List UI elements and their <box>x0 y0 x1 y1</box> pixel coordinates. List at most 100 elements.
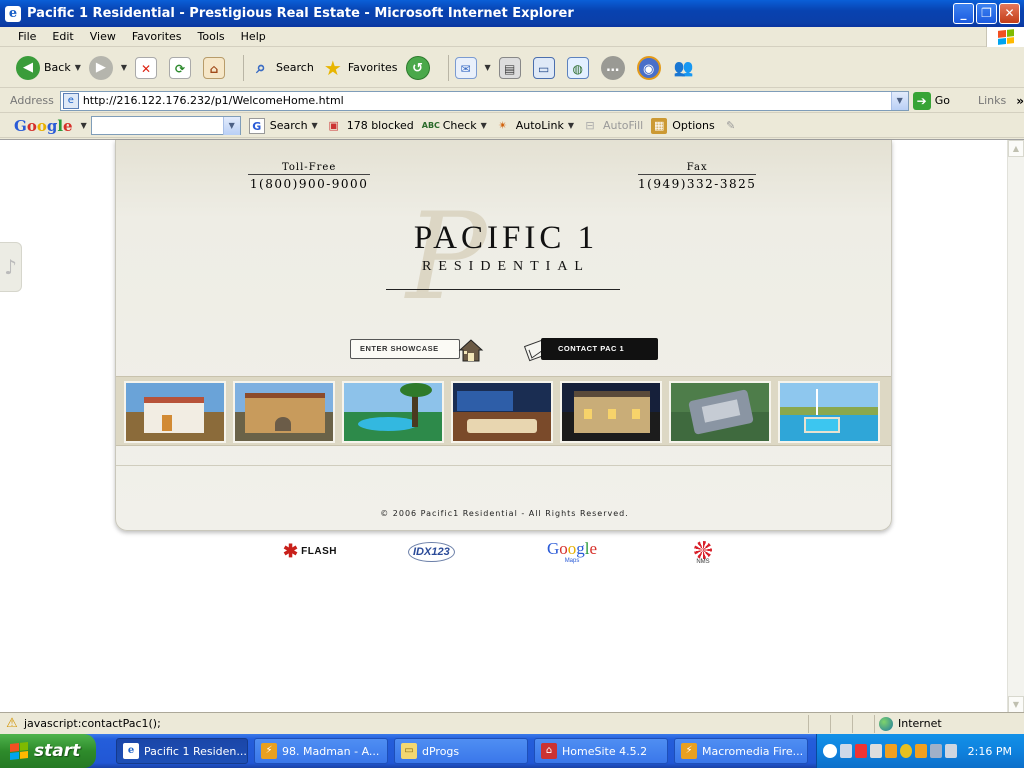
display-icon[interactable] <box>930 744 942 758</box>
print-button[interactable]: ▤ <box>498 56 525 79</box>
tray-expand-icon[interactable] <box>823 744 837 758</box>
folder-icon: ▭ <box>401 743 417 759</box>
volume-icon[interactable] <box>945 744 957 758</box>
google-search-dropdown-icon[interactable]: ▼ <box>222 117 240 135</box>
spellcheck-icon: ABC <box>421 120 440 130</box>
usb-icon[interactable] <box>870 744 882 758</box>
back-dropdown-icon[interactable]: ▼ <box>75 63 81 72</box>
contact-pac1-button[interactable]: CONTACT PAC 1 <box>541 338 658 360</box>
google-maps-logo[interactable]: Google Maps <box>547 540 597 565</box>
highlight-button[interactable]: ✎ <box>723 118 744 134</box>
menu-view[interactable]: View <box>82 30 124 43</box>
contacts-button[interactable]: 👥 <box>673 57 699 79</box>
tollfree-label: Toll-Free <box>248 162 371 175</box>
history-icon: ↺ <box>405 55 430 80</box>
search-label: Search <box>276 61 314 74</box>
start-button[interactable]: start <box>0 734 96 768</box>
popup-blocker-button[interactable]: ▣ 178 blocked <box>326 118 414 134</box>
forward-arrow-icon: ▶ <box>88 55 113 80</box>
task-homesite[interactable]: ⌂ HomeSite 4.5.2 <box>534 738 668 764</box>
property-photo-4[interactable] <box>451 381 553 443</box>
discuss-icon: … <box>600 55 625 80</box>
back-label: Back <box>44 61 71 74</box>
menu-edit[interactable]: Edit <box>44 30 81 43</box>
refresh-button[interactable]: ⟳ <box>169 56 195 79</box>
nms-swirl-icon <box>694 541 712 559</box>
forward-dropdown-icon[interactable]: ▼ <box>121 63 127 72</box>
task-dprogs[interactable]: ▭ dProgs <box>394 738 528 764</box>
links-label[interactable]: Links <box>978 94 1006 107</box>
idx123-logo[interactable]: IDX123 <box>408 542 455 562</box>
autofill-button[interactable]: ⊟ AutoFill <box>582 118 643 134</box>
address-dropdown-icon[interactable]: ▼ <box>890 91 908 110</box>
messenger-tray-icon[interactable] <box>900 744 912 758</box>
google-search-options-icon[interactable]: ▼ <box>312 121 318 130</box>
autolink-button[interactable]: ✴ AutoLink ▼ <box>495 118 574 134</box>
scroll-down-icon[interactable]: ▼ <box>1008 696 1024 713</box>
winamp-icon: ⚡ <box>261 743 277 759</box>
network-icon[interactable] <box>840 744 852 758</box>
go-label: Go <box>934 94 950 107</box>
home-icon: ⌂ <box>203 56 226 79</box>
system-tray: 2:16 PM <box>816 734 1024 768</box>
research-button[interactable]: ◍ <box>566 56 593 79</box>
nms-logo[interactable]: NMS <box>694 541 712 565</box>
back-button[interactable]: ◀ Back ▼ <box>16 55 81 80</box>
google-menu-dropdown-icon[interactable]: ▼ <box>81 121 87 130</box>
property-photo-5[interactable] <box>560 381 662 443</box>
enter-showcase-button[interactable]: ENTER SHOWCASE <box>350 339 460 359</box>
menu-favorites[interactable]: Favorites <box>124 30 190 43</box>
forward-button[interactable]: ▶ ▼ <box>88 55 127 80</box>
vertical-scrollbar[interactable]: ▲ ▼ <box>1007 140 1024 713</box>
spellcheck-button[interactable]: ABC Check ▼ <box>422 118 487 134</box>
security-alert-icon[interactable] <box>855 744 867 758</box>
property-photo-6[interactable] <box>669 381 771 443</box>
google-g-icon: G <box>248 117 265 134</box>
scroll-up-icon[interactable]: ▲ <box>1008 140 1024 157</box>
fax-block: Fax 1(949)332-3825 <box>638 162 757 191</box>
property-photo-3[interactable] <box>342 381 444 443</box>
search-button[interactable]: ⌕ Search <box>250 57 314 79</box>
task-fireworks[interactable]: ⚡ Macromedia Fire... <box>674 738 808 764</box>
favorites-button[interactable]: ★ Favorites <box>322 57 398 79</box>
tollfree-number: 1(800)900-9000 <box>249 177 369 191</box>
address-url[interactable]: http://216.122.176.232/p1/WelcomeHome.ht… <box>83 94 891 107</box>
music-note-tab[interactable]: ♪ <box>0 242 22 292</box>
edit-button[interactable]: ▭ <box>532 56 559 79</box>
property-photo-7[interactable] <box>778 381 880 443</box>
menu-help[interactable]: Help <box>233 30 274 43</box>
winamp-tray-icon[interactable] <box>915 744 927 758</box>
address-input[interactable]: e http://216.122.176.232/p1/WelcomeHome.… <box>59 90 909 111</box>
contacts-icon: 👥 <box>673 57 694 77</box>
messenger-button[interactable]: ◉ <box>636 55 665 80</box>
restore-button[interactable]: ❐ <box>976 3 997 24</box>
copyright-text: © 2006 Pacific1 Residential - All Rights… <box>380 509 629 518</box>
mail-button[interactable]: ✉ ▼ <box>454 56 491 79</box>
property-photo-2[interactable] <box>233 381 335 443</box>
property-photo-1[interactable] <box>124 381 226 443</box>
menu-file[interactable]: File <box>0 30 44 43</box>
minimize-button[interactable]: _ <box>953 3 974 24</box>
options-button[interactable]: ▦ Options <box>651 117 715 134</box>
security-zone: Internet <box>874 714 1024 733</box>
check-dropdown-icon[interactable]: ▼ <box>481 121 487 130</box>
flash-logo[interactable]: ✱ FLASH <box>283 540 337 562</box>
google-search-button[interactable]: G Search ▼ <box>248 117 318 134</box>
go-button[interactable]: ➔ Go <box>912 91 950 110</box>
autolink-icon: ✴ <box>498 118 508 132</box>
google-search-input[interactable]: ▼ <box>90 116 241 135</box>
brand-underline <box>386 289 620 290</box>
autolink-dropdown-icon[interactable]: ▼ <box>568 121 574 130</box>
mail-dropdown-icon[interactable]: ▼ <box>485 63 491 72</box>
task-pacific1[interactable]: e Pacific 1 Residen... <box>116 738 248 764</box>
menu-tools[interactable]: Tools <box>190 30 233 43</box>
close-button[interactable]: ✕ <box>999 3 1020 24</box>
google-toolbar-logo[interactable]: Google <box>14 117 73 135</box>
task-madman[interactable]: ⚡ 98. Madman - A... <box>254 738 388 764</box>
history-button[interactable]: ↺ <box>405 55 434 80</box>
stop-button[interactable]: ✕ <box>135 56 161 79</box>
links-more-icon[interactable]: » <box>1016 94 1024 108</box>
antivirus-icon[interactable] <box>885 744 897 758</box>
home-button[interactable]: ⌂ <box>203 56 229 79</box>
discuss-button[interactable]: … <box>600 55 629 80</box>
